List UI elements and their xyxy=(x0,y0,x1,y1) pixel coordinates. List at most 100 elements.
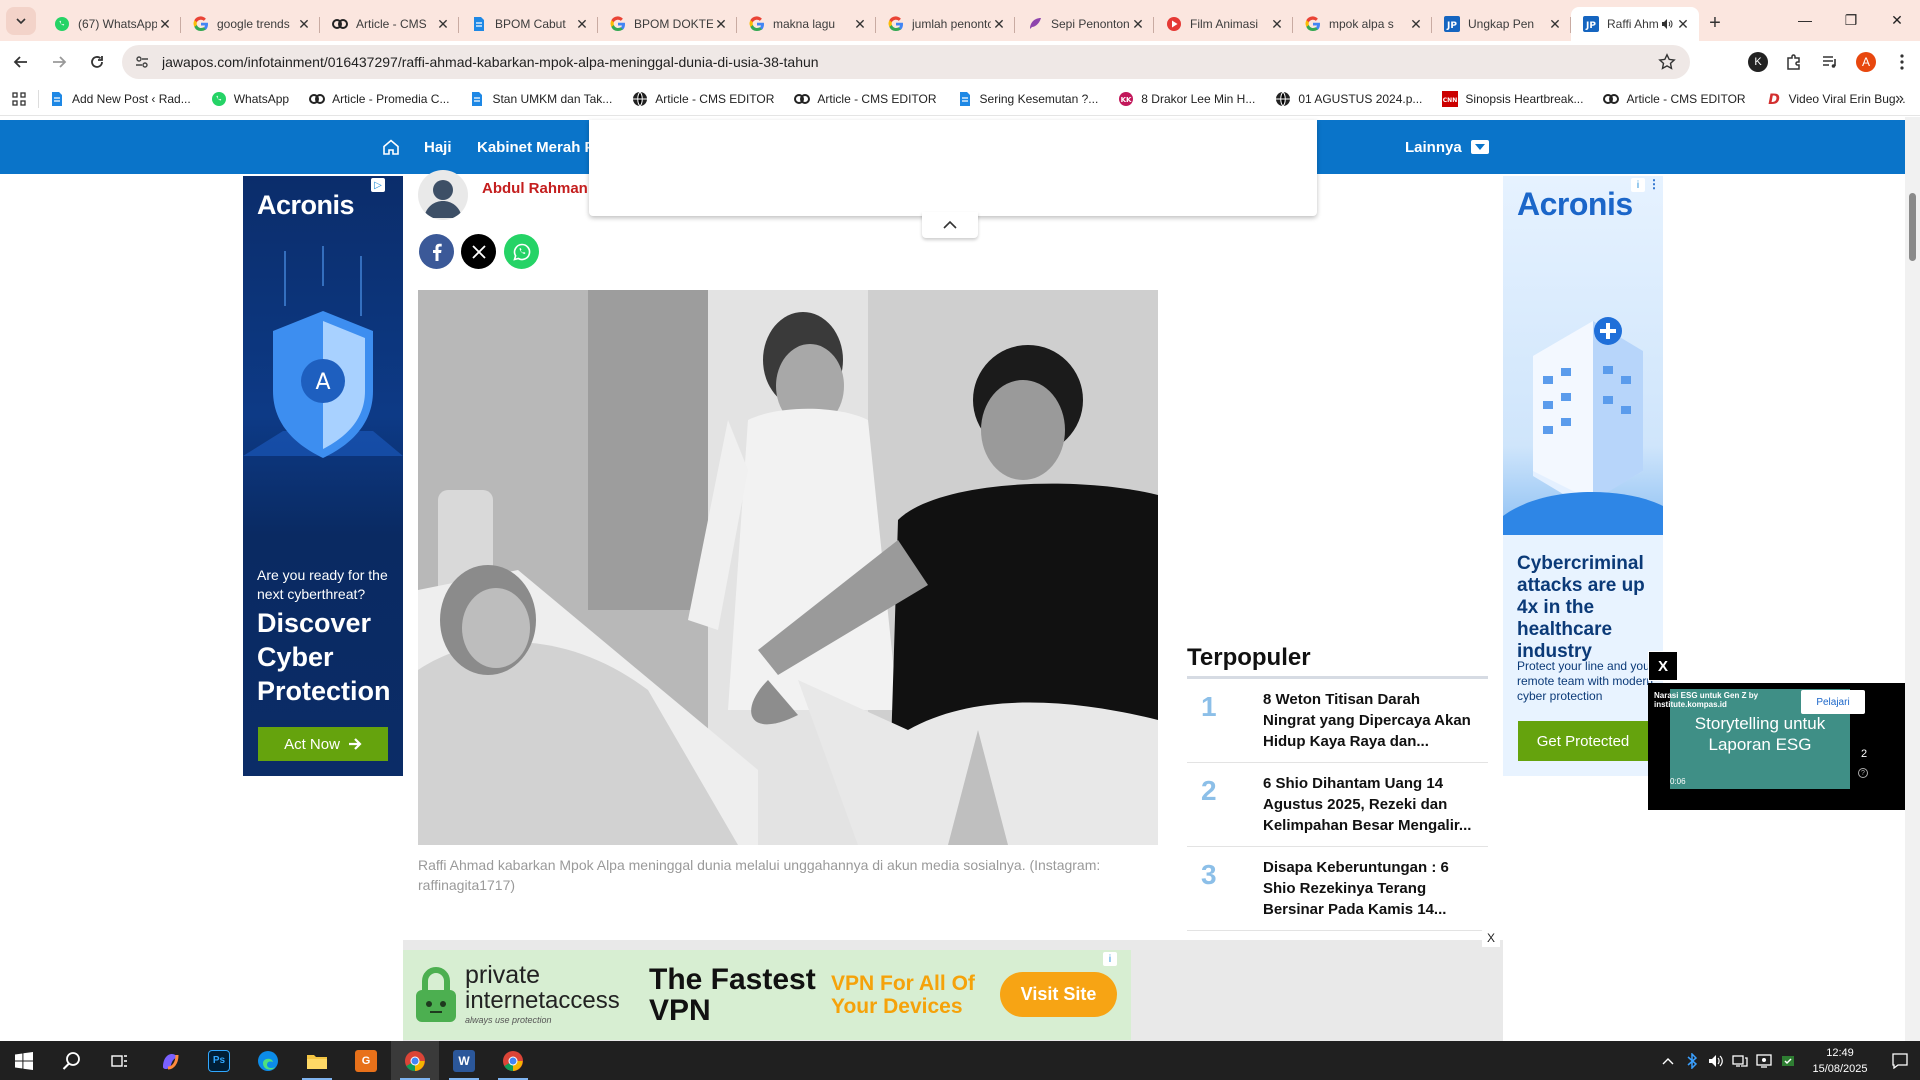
bookmark-item[interactable]: 01 AGUSTUS 2024.p... xyxy=(1265,85,1432,113)
popular-title-link[interactable]: 6 Shio Dihantam Uang 14 Agustus 2025, Re… xyxy=(1263,773,1473,836)
tab-close-button[interactable]: ✕ xyxy=(1269,16,1285,32)
popular-title-link[interactable]: Disapa Keberuntungan : 6 Shio Rezekinya … xyxy=(1263,857,1473,920)
ad-options-icon[interactable]: ⋮ xyxy=(1648,177,1660,191)
presentation-app[interactable]: G xyxy=(342,1041,390,1080)
tab-close-button[interactable]: ✕ xyxy=(435,16,451,32)
profile-k-button[interactable]: K xyxy=(1740,45,1776,79)
tab-6[interactable]: makna lagu ✕ xyxy=(737,7,876,41)
site-info-icon[interactable] xyxy=(134,54,150,70)
back-button[interactable] xyxy=(4,45,38,79)
bottom-ad-close-button[interactable]: X xyxy=(1482,929,1500,947)
scrollbar-thumb[interactable] xyxy=(1909,193,1916,261)
bookmark-item[interactable]: Article - CMS EDITOR xyxy=(784,85,946,113)
author-name-link[interactable]: Abdul Rahman xyxy=(482,180,588,197)
popular-item-2[interactable]: 2 6 Shio Dihantam Uang 14 Agustus 2025, … xyxy=(1187,763,1488,847)
restore-button[interactable]: ❐ xyxy=(1828,0,1874,40)
author-avatar[interactable] xyxy=(418,170,468,220)
media-control-button[interactable] xyxy=(1812,45,1848,79)
tab-close-button[interactable]: ✕ xyxy=(1408,16,1424,32)
browser-menu-button[interactable] xyxy=(1884,45,1920,79)
nav-item-haji[interactable]: Haji xyxy=(424,120,452,174)
chrome-profile-app[interactable] xyxy=(489,1041,537,1080)
display-button[interactable] xyxy=(1752,1053,1776,1068)
tab-10[interactable]: mpok alpa s ✕ xyxy=(1293,7,1432,41)
video-ad-player[interactable]: Narasi ESG untuk Gen Z by institute.komp… xyxy=(1648,683,1905,810)
reload-button[interactable] xyxy=(80,45,114,79)
tab-close-button[interactable]: ✕ xyxy=(574,16,590,32)
bookmark-item[interactable]: KK 8 Drakor Lee Min H... xyxy=(1108,85,1265,113)
left-skyscraper-ad[interactable]: ▷ Acronis A Are you ready for the next c… xyxy=(243,176,403,776)
bookmark-item[interactable]: D Video Viral Erin Bug... xyxy=(1756,85,1916,113)
page-scrollbar[interactable] xyxy=(1905,117,1920,1041)
task-view-button[interactable] xyxy=(96,1041,144,1080)
taskbar-clock[interactable]: 12:49 15/08/2025 xyxy=(1800,1045,1880,1077)
chrome-app[interactable] xyxy=(391,1041,439,1080)
bluetooth-button[interactable] xyxy=(1680,1052,1704,1069)
share-whatsapp-button[interactable] xyxy=(504,234,539,269)
tab-8[interactable]: Sepi Penonton ✕ xyxy=(1015,7,1154,41)
tab-close-button[interactable]: ✕ xyxy=(991,16,1007,32)
nav-item-kabinet[interactable]: Kabinet Merah P xyxy=(477,120,595,174)
extensions-button[interactable] xyxy=(1776,45,1812,79)
notifications-button[interactable] xyxy=(1880,1052,1920,1069)
bookmark-star-icon[interactable] xyxy=(1658,53,1676,71)
url-input[interactable] xyxy=(162,54,1562,70)
tab-12[interactable]: JP Raffi Ahmad ✕ xyxy=(1571,7,1699,41)
tab-9[interactable]: Film Animasi ✕ xyxy=(1154,7,1293,41)
tray-overflow-button[interactable] xyxy=(1656,1057,1680,1065)
tab-close-button[interactable]: ✕ xyxy=(1130,16,1146,32)
address-bar[interactable] xyxy=(122,45,1690,79)
video-cta-button[interactable]: Pelajari xyxy=(1801,690,1865,714)
popular-title-link[interactable]: 8 Weton Titisan Darah Ningrat yang Diper… xyxy=(1263,689,1473,752)
bookmark-item[interactable]: WhatsApp xyxy=(201,85,299,113)
volume-button[interactable] xyxy=(1704,1054,1728,1068)
new-tab-button[interactable]: + xyxy=(1699,7,1731,39)
bookmark-item[interactable]: Article - CMS EDITOR xyxy=(1593,85,1755,113)
share-x-button[interactable] xyxy=(461,234,496,269)
more-bookmarks-button[interactable]: » xyxy=(1895,90,1904,108)
network-button[interactable] xyxy=(1728,1054,1752,1068)
nav-home-button[interactable] xyxy=(382,120,400,174)
word-app[interactable]: W xyxy=(440,1041,488,1080)
tab-close-button[interactable]: ✕ xyxy=(1547,16,1563,32)
adchoices-icon[interactable]: ▷ xyxy=(371,178,385,192)
adchoices-icon[interactable]: i xyxy=(1631,178,1645,192)
share-facebook-button[interactable] xyxy=(419,234,454,269)
search-button[interactable] xyxy=(48,1041,96,1080)
tab-close-button[interactable]: ✕ xyxy=(157,16,173,32)
bookmark-item[interactable]: Sering Kesemutan ?... xyxy=(947,85,1109,113)
bookmark-item[interactable]: Article - Promedia C... xyxy=(299,85,459,113)
tab-1[interactable]: (67) WhatsApp ✕ xyxy=(42,7,181,41)
tab-7[interactable]: jumlah penonton✕ xyxy=(876,7,1015,41)
bookmark-item[interactable]: CNN Sinopsis Heartbreak... xyxy=(1432,85,1593,113)
audio-playing-icon[interactable] xyxy=(1659,16,1675,32)
copilot-app[interactable] xyxy=(146,1041,194,1080)
tab-close-button[interactable]: ✕ xyxy=(713,16,729,32)
close-window-button[interactable]: ✕ xyxy=(1874,0,1920,40)
popular-item-3[interactable]: 3 Disapa Keberuntungan : 6 Shio Rezekiny… xyxy=(1187,847,1488,931)
nav-more-button[interactable]: Lainnya xyxy=(1405,120,1489,174)
tab-close-button[interactable]: ✕ xyxy=(1675,16,1691,32)
bookmark-item[interactable]: Stan UMKM dan Tak... xyxy=(459,85,622,113)
video-ad-close-button[interactable]: X xyxy=(1648,651,1678,681)
right-skyscraper-ad[interactable]: i ⋮ Acronis Cybercriminal attacks are up… xyxy=(1503,176,1663,776)
edge-app[interactable] xyxy=(244,1041,292,1080)
info-icon[interactable]: ? xyxy=(1858,768,1868,778)
account-button[interactable]: A xyxy=(1848,45,1884,79)
forward-button[interactable] xyxy=(42,45,76,79)
popular-item-1[interactable]: 1 8 Weton Titisan Darah Ningrat yang Dip… xyxy=(1187,679,1488,763)
tab-search-button[interactable] xyxy=(6,7,36,35)
ad-cta-button[interactable]: Get Protected xyxy=(1518,721,1648,761)
tab-4[interactable]: BPOM Cabut ✕ xyxy=(459,7,598,41)
tab-11[interactable]: JP Ungkap Pen ✕ xyxy=(1432,7,1571,41)
tab-5[interactable]: BPOM DOKTER✕ xyxy=(598,7,737,41)
bottom-banner-ad[interactable]: i private internetaccess always use prot… xyxy=(403,950,1131,1040)
file-explorer-app[interactable] xyxy=(293,1041,341,1080)
collapse-nav-button[interactable] xyxy=(922,212,978,238)
tab-3[interactable]: Article - CMS ✕ xyxy=(320,7,459,41)
tab-close-button[interactable]: ✕ xyxy=(852,16,868,32)
start-button[interactable] xyxy=(0,1041,48,1080)
tab-2[interactable]: google trends ✕ xyxy=(181,7,320,41)
ad-cta-button[interactable]: Visit Site xyxy=(1000,972,1117,1017)
photoshop-app[interactable]: Ps xyxy=(195,1041,243,1080)
